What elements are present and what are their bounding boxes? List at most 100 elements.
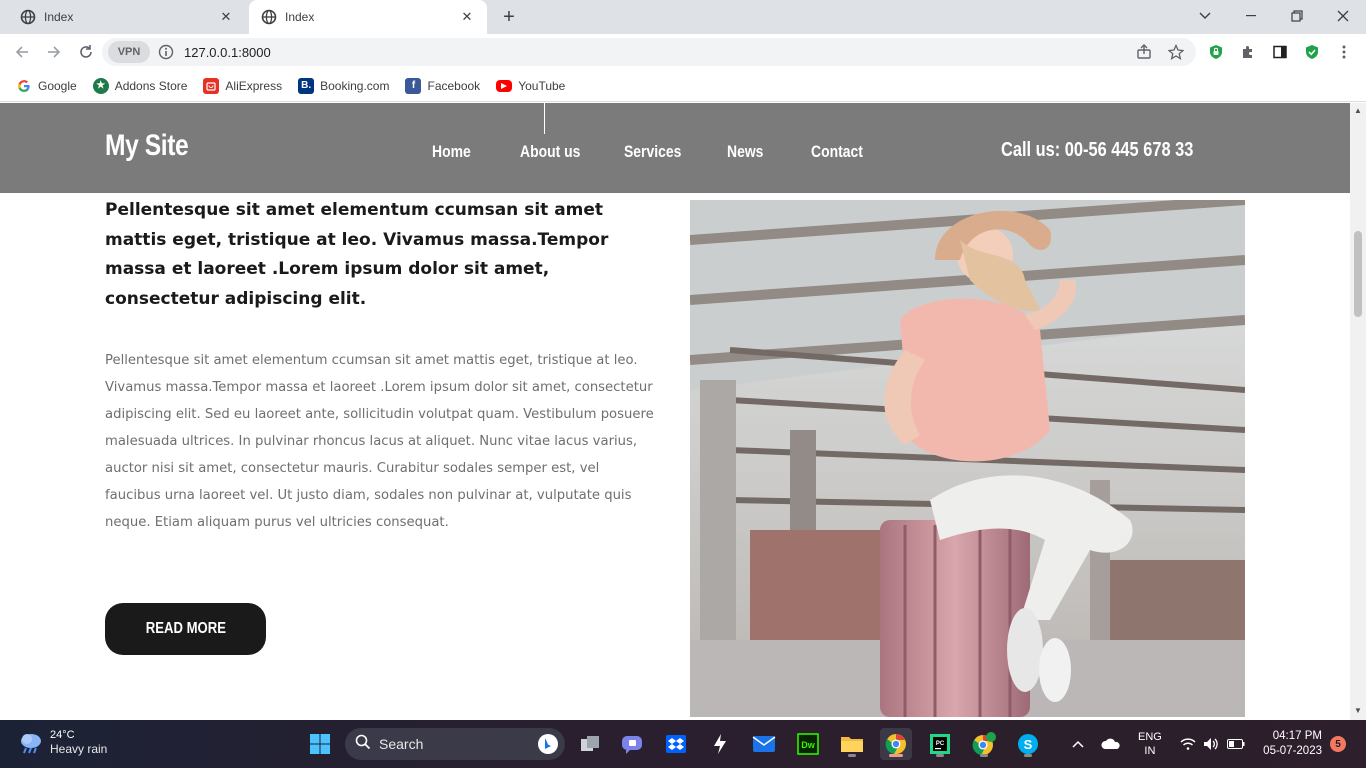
bookmark-youtube[interactable]: YouTube: [496, 79, 565, 93]
language-region: IN: [1144, 745, 1156, 757]
task-view-icon[interactable]: [574, 728, 606, 760]
windows-start-icon[interactable]: [304, 728, 336, 760]
menu-kebab-icon[interactable]: [1332, 40, 1356, 64]
vpn-badge[interactable]: VPN: [108, 41, 150, 63]
bookmark-star-icon[interactable]: [1164, 40, 1188, 64]
close-window-icon[interactable]: [1320, 0, 1366, 32]
bookmark-label: Addons Store: [114, 78, 188, 93]
youtube-icon: [496, 79, 513, 92]
scroll-up-icon[interactable]: ▲: [1354, 107, 1362, 115]
running-indicator: [936, 754, 944, 757]
bookmark-label: Facebook: [427, 78, 481, 93]
site-info-icon[interactable]: [158, 44, 174, 60]
new-tab-button[interactable]: +: [498, 7, 520, 29]
weather-condition: Heavy rain: [50, 742, 108, 756]
vpn-shield-extension-icon[interactable]: [1204, 40, 1228, 64]
nav-home[interactable]: Home: [432, 142, 471, 162]
file-explorer-icon[interactable]: [836, 728, 868, 760]
mail-icon[interactable]: [748, 728, 780, 760]
language-indicator[interactable]: ENG IN: [1138, 720, 1162, 768]
weather-widget[interactable]: 24°C Heavy rain: [18, 728, 107, 756]
minimize-icon[interactable]: [1228, 0, 1274, 32]
close-tab-icon[interactable]: ✕: [459, 9, 475, 25]
adguard-shield-icon[interactable]: [1300, 40, 1324, 64]
language-code: ENG: [1138, 731, 1162, 743]
close-tab-icon[interactable]: ✕: [218, 9, 234, 25]
search-label: Search: [379, 736, 424, 752]
tab-strip: Index ✕ Index ✕ +: [0, 0, 1366, 34]
body-paragraph: Pellentesque sit amet elementum ccumsan …: [105, 353, 654, 530]
site-logo[interactable]: My Site: [105, 129, 189, 163]
lead-paragraph: Pellentesque sit amet elementum ccumsan …: [105, 200, 609, 309]
windows-taskbar: 24°C Heavy rain Search Dw PC S ENG IN 04…: [0, 720, 1366, 768]
bing-icon[interactable]: [537, 733, 559, 760]
search-icon: [355, 734, 371, 755]
extensions-puzzle-icon[interactable]: [1236, 40, 1260, 64]
page-scrollbar[interactable]: ▲ ▼: [1350, 103, 1366, 720]
omnibox[interactable]: VPN 127.0.0.1:8000: [102, 38, 1196, 66]
nav-active-indicator: [544, 103, 545, 134]
read-more-button[interactable]: READ MORE: [105, 603, 266, 655]
bookmark-booking[interactable]: B. Booking.com: [298, 77, 390, 94]
nav-contact[interactable]: Contact: [811, 142, 863, 162]
taskbar-search[interactable]: Search: [345, 728, 565, 760]
bookmark-aliexpress[interactable]: AliExpress: [203, 77, 283, 94]
bookmark-google[interactable]: Google: [16, 78, 77, 94]
notification-badge[interactable]: 5: [1330, 736, 1346, 752]
nav-news[interactable]: News: [727, 142, 763, 162]
bookmark-label: AliExpress: [225, 78, 283, 93]
chrome-browser-icon[interactable]: [880, 728, 912, 760]
scroll-down-icon[interactable]: ▼: [1354, 707, 1362, 715]
running-indicator: [1024, 754, 1032, 757]
svg-text:Dw: Dw: [801, 740, 815, 750]
chrome-profile-icon[interactable]: [968, 728, 1000, 760]
rain-cloud-icon: [18, 729, 44, 755]
share-icon[interactable]: [1132, 40, 1156, 64]
globe-icon: [261, 9, 277, 25]
bookmark-label: Google: [38, 78, 77, 93]
forward-icon[interactable]: [42, 40, 66, 64]
svg-text:S: S: [1024, 737, 1033, 752]
clock-date: 05-07-2023: [1263, 745, 1322, 757]
addons-store-icon: ★: [92, 77, 109, 94]
site-header: My Site Home About us Services News Cont…: [0, 103, 1350, 193]
battery-icon[interactable]: [1227, 720, 1245, 768]
dropbox-icon[interactable]: [660, 728, 692, 760]
reload-icon[interactable]: [74, 40, 98, 64]
restore-icon[interactable]: [1274, 0, 1320, 32]
wifi-icon[interactable]: [1180, 720, 1196, 768]
tab-search-chevron-icon[interactable]: [1182, 0, 1228, 32]
bookmark-facebook[interactable]: f Facebook: [405, 77, 481, 94]
teams-chat-icon[interactable]: [616, 728, 648, 760]
show-hidden-icons-chevron-icon[interactable]: [1072, 720, 1084, 768]
running-indicator: [848, 754, 856, 757]
bookmark-label: YouTube: [518, 78, 566, 93]
active-indicator: [889, 754, 903, 757]
back-icon[interactable]: [10, 40, 34, 64]
read-more-label: READ MORE: [145, 620, 226, 637]
booking-icon: B.: [298, 77, 315, 94]
pycharm-icon[interactable]: PC: [924, 728, 956, 760]
page-viewport: My Site Home About us Services News Cont…: [0, 103, 1350, 720]
bookmark-addons-store[interactable]: ★ Addons Store: [92, 77, 188, 94]
facebook-icon: f: [405, 77, 422, 94]
onedrive-cloud-icon[interactable]: [1101, 720, 1121, 768]
scroll-thumb[interactable]: [1354, 231, 1362, 317]
browser-tab-1[interactable]: Index ✕: [8, 0, 246, 34]
aliexpress-icon: [203, 77, 220, 94]
bookmarks-bar: Google ★ Addons Store AliExpress B. Book…: [0, 70, 1366, 102]
dreamweaver-icon[interactable]: Dw: [792, 728, 824, 760]
bookmark-label: Booking.com: [320, 78, 390, 93]
nav-about-us[interactable]: About us: [520, 142, 580, 162]
volume-icon[interactable]: [1203, 720, 1219, 768]
svg-text:PC: PC: [936, 741, 945, 747]
side-panel-icon[interactable]: [1268, 40, 1292, 64]
nav-services[interactable]: Services: [624, 142, 681, 162]
weather-temperature: 24°C: [50, 729, 75, 741]
skype-icon[interactable]: S: [1012, 728, 1044, 760]
url-text[interactable]: 127.0.0.1:8000: [184, 45, 271, 60]
browser-tab-2[interactable]: Index ✕: [249, 0, 487, 34]
address-bar-row: VPN 127.0.0.1:8000: [0, 34, 1366, 70]
system-clock[interactable]: 04:17 PM 05-07-2023: [1258, 729, 1322, 759]
app-lightning-icon[interactable]: [704, 728, 736, 760]
